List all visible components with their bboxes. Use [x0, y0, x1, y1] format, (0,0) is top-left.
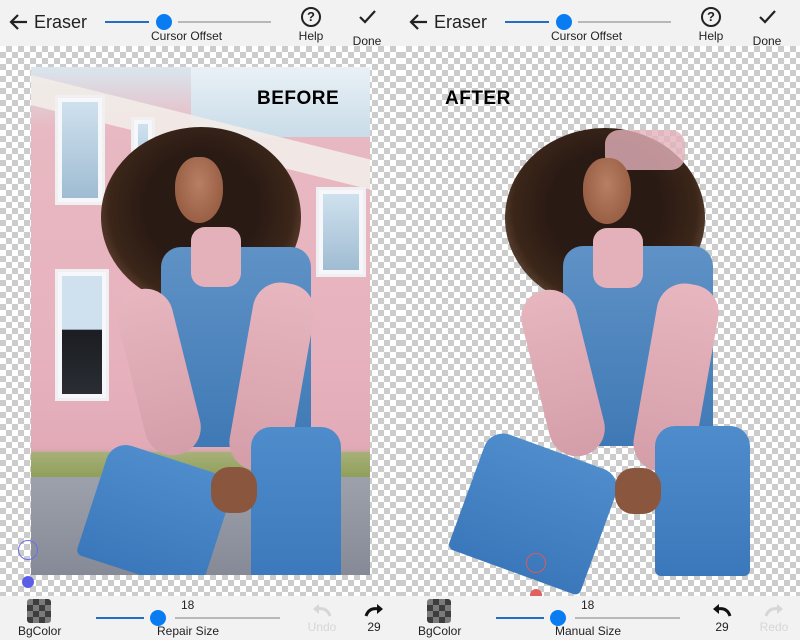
question-circle-icon: ?: [701, 7, 721, 27]
editing-canvas[interactable]: AFTER: [400, 46, 800, 601]
bottom-toolbar: BgColor 18 Manual Size 29 Redo: [400, 596, 800, 640]
subject-hands: [211, 467, 257, 513]
slider-track: [578, 21, 671, 23]
subject-hands: [615, 468, 661, 514]
slider-track: [175, 617, 280, 619]
slider-track: [575, 617, 680, 619]
subject-collar: [191, 227, 241, 287]
bgcolor-button[interactable]: BgColor: [418, 599, 462, 638]
arrow-left-icon: [409, 14, 427, 30]
undo-button[interactable]: 29: [702, 601, 742, 634]
subject-collar: [593, 228, 643, 288]
repair-size-label: Repair Size: [157, 624, 220, 638]
eraser-cursor-handle[interactable]: [22, 576, 34, 588]
slider-track-filled: [105, 21, 149, 23]
subject-face: [175, 157, 223, 223]
done-label: Done: [352, 34, 382, 48]
back-button[interactable]: [408, 10, 430, 34]
question-circle-icon: ?: [301, 7, 321, 27]
undo-label: Undo: [307, 620, 337, 634]
eraser-cursor-ring: [18, 540, 38, 560]
help-button[interactable]: ? Help: [694, 7, 728, 43]
checkerboard-icon: [27, 599, 51, 623]
top-toolbar: Eraser Cursor Offset ? Help Done: [400, 0, 800, 48]
done-button[interactable]: Done: [750, 7, 784, 48]
redo-button[interactable]: 29: [354, 601, 394, 634]
redo-label: Redo: [759, 620, 789, 634]
slider-track-filled: [496, 617, 544, 619]
back-button[interactable]: [8, 10, 30, 34]
screen-title: Eraser: [34, 12, 88, 32]
redo-icon: [764, 604, 783, 617]
redo-count: 29: [367, 620, 381, 634]
undo-icon: [713, 604, 732, 617]
slider-track: [178, 21, 271, 23]
subject-figure: [75, 127, 370, 575]
redo-button[interactable]: Redo: [754, 601, 794, 634]
subject-leg: [75, 439, 237, 575]
help-label: Help: [698, 29, 724, 43]
slider-track-filled: [96, 617, 144, 619]
redo-icon: [364, 604, 383, 617]
before-label: BEFORE: [257, 88, 340, 109]
eraser-cursor-ring: [526, 553, 546, 573]
original-photo: [31, 67, 370, 575]
checkmark-icon: [359, 10, 376, 24]
bottom-toolbar: BgColor 18 Repair Size Undo 29: [0, 596, 400, 640]
slider-thumb[interactable]: [556, 14, 572, 30]
manual-size-label: Manual Size: [555, 624, 622, 638]
top-toolbar: Eraser Cursor Offset ? Help Done: [0, 0, 400, 48]
undo-icon: [313, 604, 332, 617]
cutout-subject: [447, 128, 755, 597]
cursor-offset-label: Cursor Offset: [151, 29, 223, 43]
arrow-left-icon: [9, 14, 27, 30]
after-label: AFTER: [445, 88, 511, 109]
done-label: Done: [752, 34, 782, 48]
undo-count: 29: [715, 620, 729, 634]
slider-track-filled: [505, 21, 549, 23]
help-label: Help: [298, 29, 324, 43]
subject-leg: [251, 427, 341, 575]
done-button[interactable]: Done: [350, 7, 384, 48]
undo-button[interactable]: Undo: [302, 601, 342, 634]
checkerboard-icon: [427, 599, 451, 623]
help-button[interactable]: ? Help: [294, 7, 328, 43]
subject-face: [583, 158, 631, 224]
cursor-offset-label: Cursor Offset: [551, 29, 623, 43]
before-panel: Eraser Cursor Offset ? Help Done BEFORE …: [0, 0, 400, 640]
slider-thumb[interactable]: [156, 14, 172, 30]
after-panel: Eraser Cursor Offset ? Help Done AFTER B…: [400, 0, 800, 640]
bgcolor-label: BgColor: [418, 624, 462, 638]
checkmark-icon: [759, 10, 776, 24]
screen-title: Eraser: [434, 12, 488, 32]
bgcolor-button[interactable]: BgColor: [18, 599, 62, 638]
bgcolor-label: BgColor: [18, 624, 62, 638]
subject-leg: [655, 426, 750, 576]
editing-canvas[interactable]: BEFORE: [0, 46, 400, 596]
